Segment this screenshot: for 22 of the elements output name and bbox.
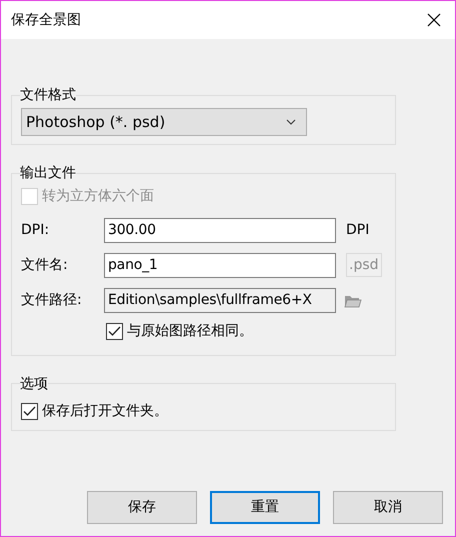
path-field[interactable]: Edition\samples\fullframe6+X — [104, 288, 336, 313]
checkbox[interactable] — [106, 323, 123, 340]
unit-label: DPI — [346, 220, 370, 240]
group-label: 选项 — [20, 376, 48, 392]
field-label: 文件路径: — [21, 290, 83, 310]
field-label: DPI: — [21, 220, 50, 240]
filename-field[interactable]: pano_1 — [104, 252, 336, 278]
group-label: 文件格式 — [20, 87, 76, 104]
dialog-button[interactable]: 重置 — [210, 491, 320, 524]
checkbox-label: 与原始图路径相同。 — [127, 322, 253, 342]
chevron-down-icon — [286, 118, 296, 125]
format-dropdown[interactable]: Photoshop (*. psd) — [21, 108, 307, 136]
checkbox-label: 转为立方体六个面 — [42, 187, 154, 206]
dpi-field[interactable]: 300.00 — [104, 218, 336, 243]
field-label: 文件名: — [21, 256, 69, 275]
group-label: 输出文件 — [20, 164, 76, 182]
dialog-button[interactable]: 保存 — [87, 491, 197, 524]
window-title: 保存全景图 — [11, 10, 81, 30]
checkbox[interactable] — [21, 402, 38, 420]
extension-label: .psd — [346, 253, 382, 278]
dialog-button[interactable]: 取消 — [333, 491, 443, 524]
checkbox-label: 保存后打开文件夹。 — [42, 402, 168, 421]
